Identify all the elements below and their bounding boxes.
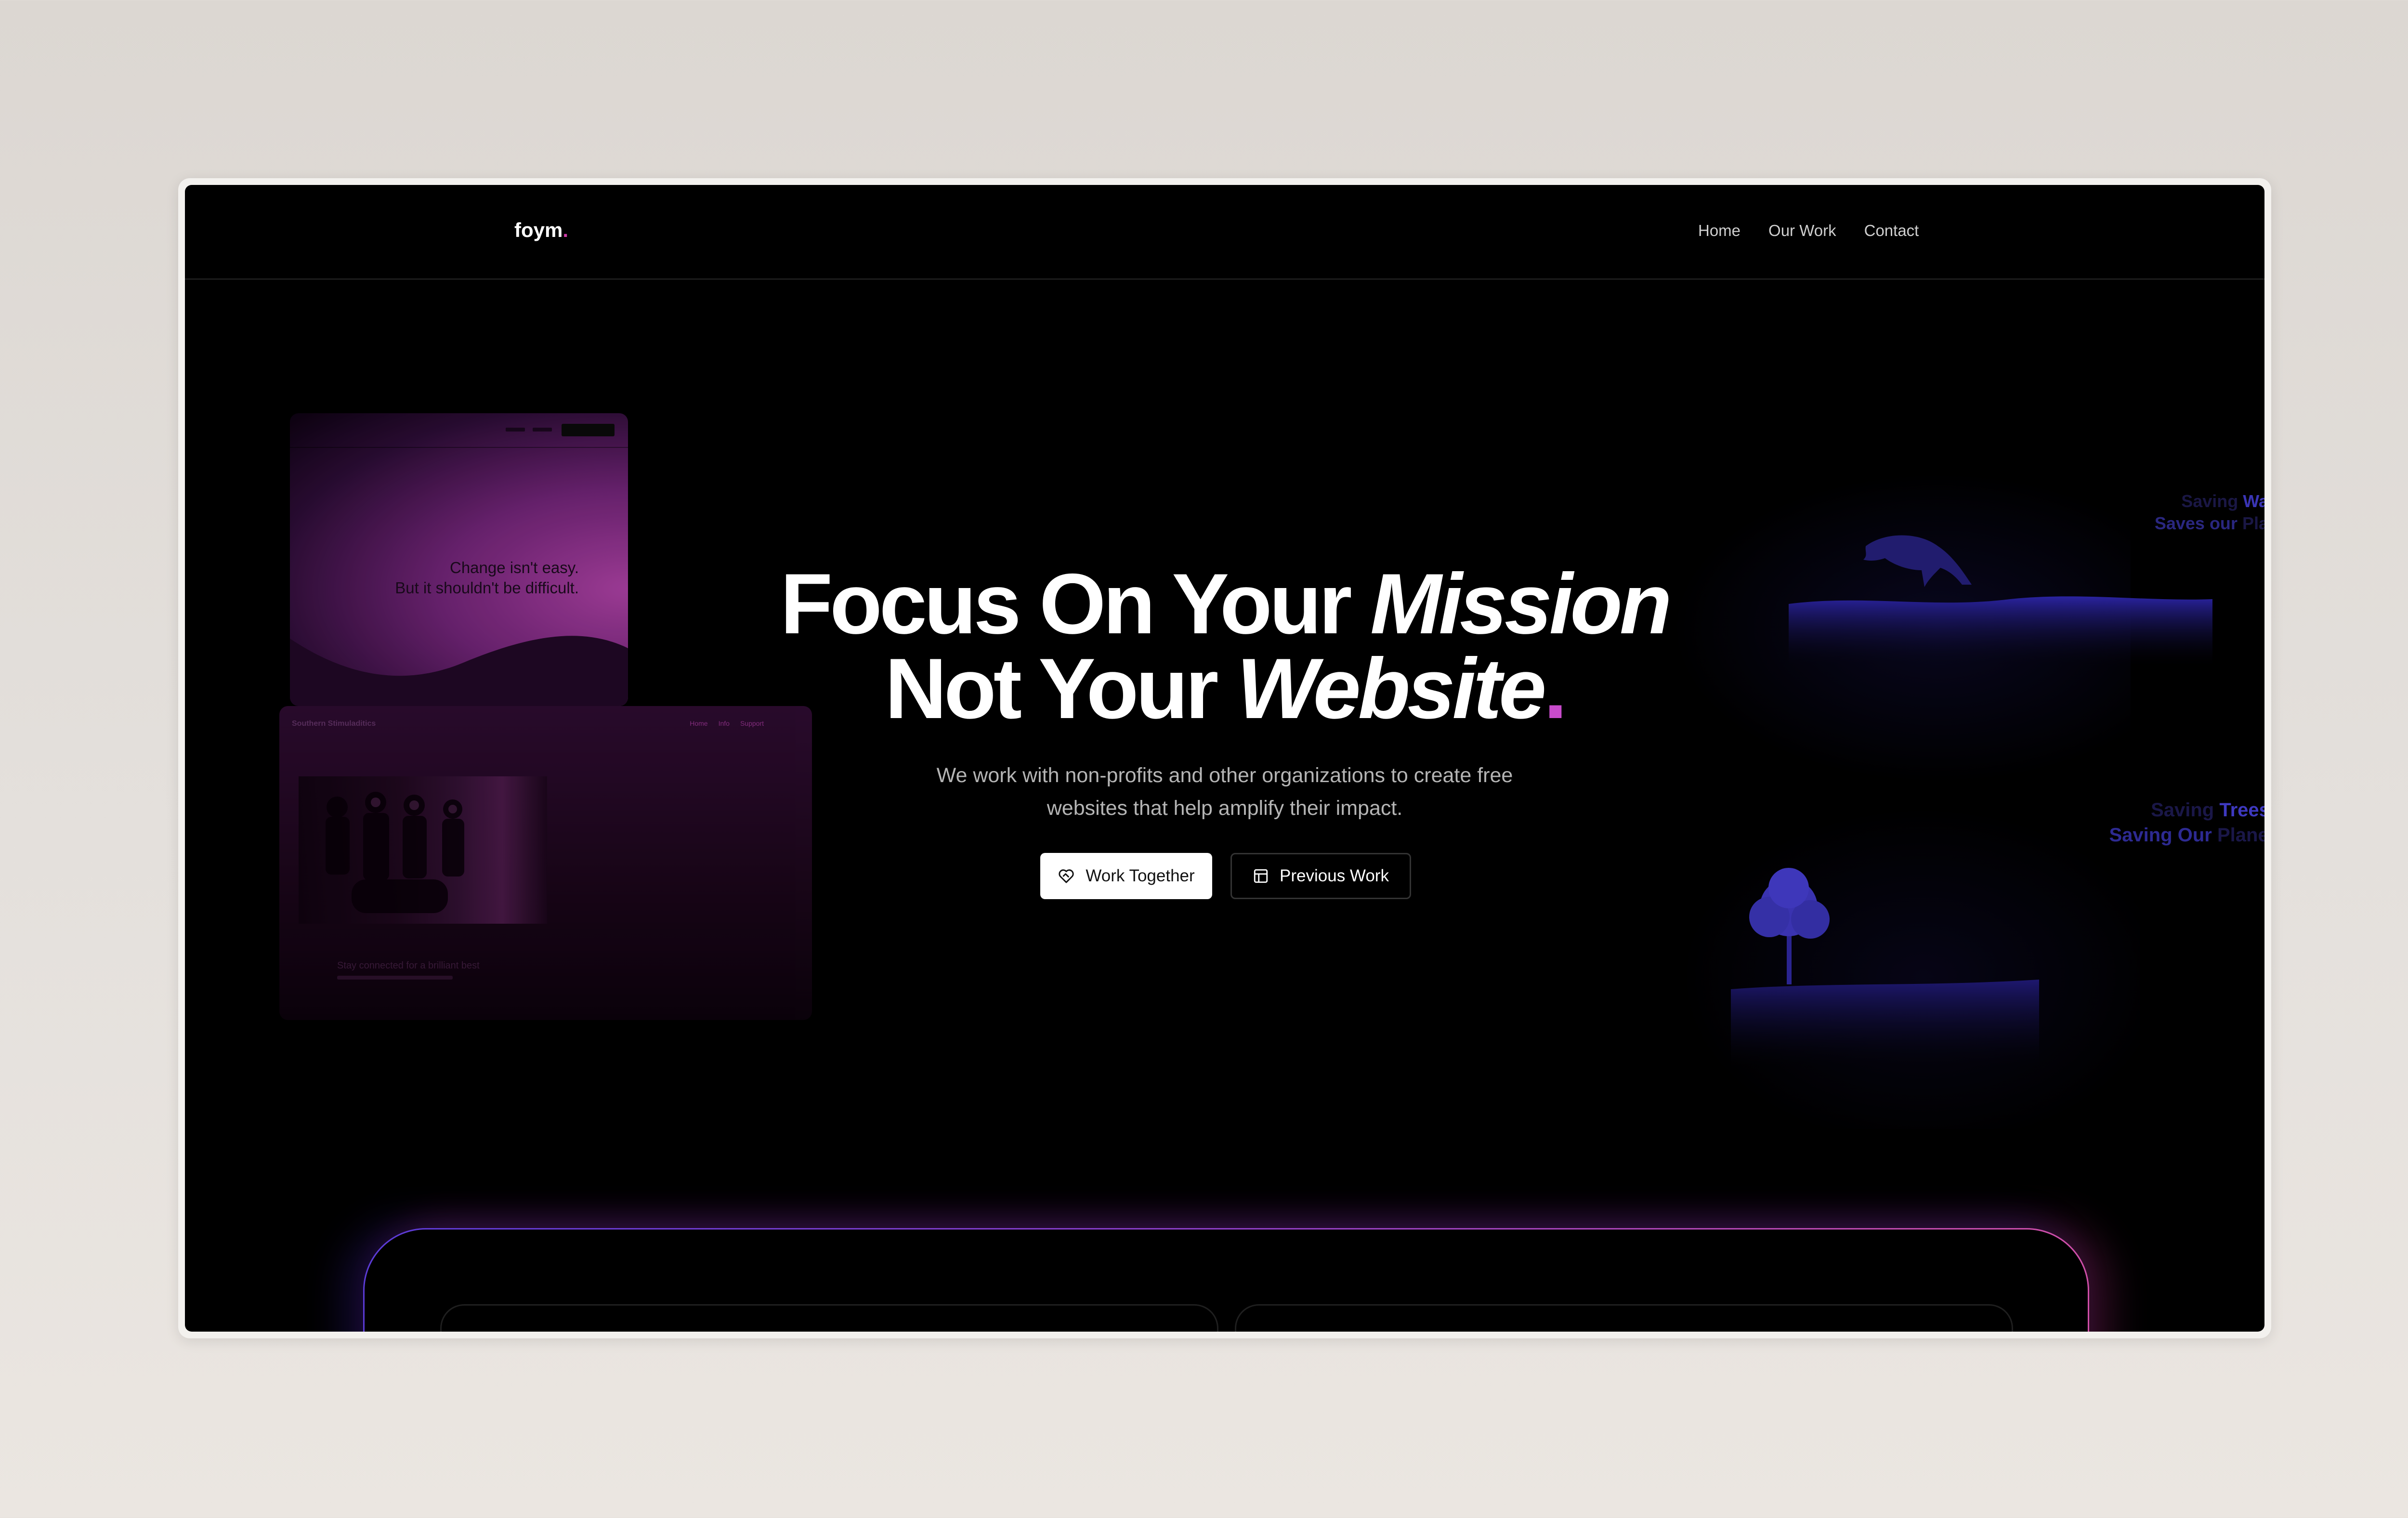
tree-icon bbox=[1749, 868, 1830, 984]
mockup-navbar bbox=[290, 413, 628, 448]
mockup2-caption: Stay connected for a brilliant best bbox=[337, 960, 480, 971]
eco-water-line2: Saves our Planet bbox=[2154, 513, 2264, 533]
nav-link-contact[interactable]: Contact bbox=[1864, 222, 1919, 240]
nav-links: Home Our Work Contact bbox=[1698, 222, 1919, 240]
nav-link-our-work[interactable]: Our Work bbox=[1768, 222, 1836, 240]
hero-line1-italic: Mission bbox=[1370, 556, 1672, 652]
dolphin-icon bbox=[1863, 535, 1972, 587]
hero-line2-dot: . bbox=[1544, 641, 1568, 736]
eco-trees-line1: Saving Trees. bbox=[2151, 799, 2264, 821]
mockup-nav-link bbox=[506, 428, 525, 432]
feature-card-right bbox=[1235, 1304, 2013, 1332]
feature-card-left bbox=[440, 1304, 1218, 1332]
hero-line2-italic: Website bbox=[1236, 641, 1546, 736]
website-viewport: foym. Home Our Work Contact Change isn't… bbox=[185, 185, 2264, 1332]
site-logo[interactable]: foym. bbox=[514, 219, 568, 242]
hero-line1-plain: Focus On Your bbox=[780, 556, 1371, 652]
eco-water-line1: Saving Water. bbox=[2181, 491, 2264, 511]
heart-handshake-icon bbox=[1059, 869, 1074, 883]
logo-text: foym bbox=[514, 219, 563, 241]
nav-link-home[interactable]: Home bbox=[1698, 222, 1741, 240]
tree-illustration bbox=[1731, 868, 2039, 1066]
eco-trees-caption: Saving Trees. Saving Our Planet bbox=[1899, 798, 2264, 848]
layout-icon bbox=[1254, 869, 1268, 883]
work-together-button[interactable]: Work Together bbox=[1040, 853, 1212, 899]
mockup-nav-button bbox=[562, 424, 615, 436]
showcase-mockup-community: Southern Stimuladitics Home Info Support… bbox=[279, 706, 812, 1020]
previous-work-label: Previous Work bbox=[1280, 866, 1389, 885]
mockup-nav-link bbox=[533, 428, 552, 432]
logo-dot: . bbox=[563, 219, 569, 241]
eco-trees-line2: Saving Our Planet bbox=[2109, 824, 2264, 846]
hero-subtitle: We work with non-profits and other organ… bbox=[936, 764, 1513, 820]
hero-line2-plain: Not Your bbox=[885, 641, 1237, 736]
top-navbar: foym. Home Our Work Contact bbox=[185, 185, 2264, 280]
work-together-label: Work Together bbox=[1086, 866, 1195, 885]
previous-work-button[interactable]: Previous Work bbox=[1230, 853, 1411, 899]
mockup2-caption-subline bbox=[337, 976, 453, 980]
eco-water-caption: Saving Water. Saves our Planet bbox=[1919, 490, 2264, 535]
mockup2-people-silhouettes bbox=[326, 792, 464, 913]
